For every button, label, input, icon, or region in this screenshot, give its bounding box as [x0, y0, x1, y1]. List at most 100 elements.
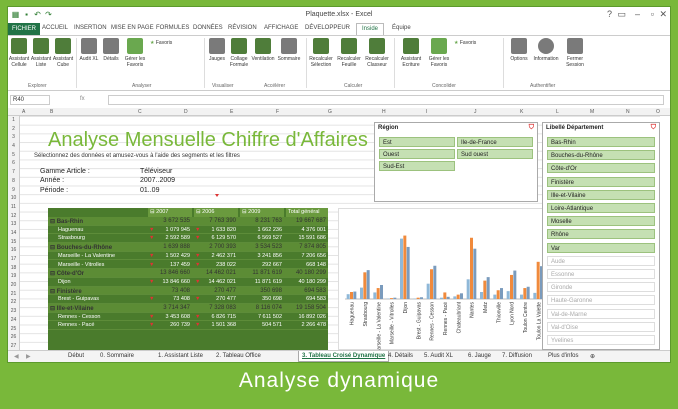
column-header[interactable]: L — [556, 109, 559, 115]
row-header[interactable]: 8 — [8, 177, 19, 186]
column-header[interactable]: H — [382, 109, 386, 115]
slicer-item-region[interactable]: Sud ouest — [457, 149, 533, 159]
slicer-item-departement[interactable]: Essonne — [547, 269, 655, 279]
sheet-tab[interactable]: 3. Tableau Croisé Dynamique — [298, 351, 390, 362]
tab-donnees[interactable]: DONNÉES — [193, 25, 223, 31]
row-header[interactable]: 21 — [8, 290, 19, 299]
slicer-item-departement[interactable]: Haute-Garonne — [547, 295, 655, 306]
pivot-header-2007[interactable]: ⊟ 2007 — [148, 208, 192, 217]
assistant-ecriture-button[interactable]: Assistant Ecriture — [398, 38, 424, 68]
column-header[interactable]: I — [426, 109, 427, 115]
column-header[interactable]: B — [50, 109, 53, 115]
chart-bar[interactable] — [440, 297, 443, 299]
favoris-dropdown[interactable]: ★ Favoris — [150, 40, 176, 46]
row-header[interactable]: 7 — [8, 168, 19, 177]
chart-bar[interactable] — [526, 286, 530, 299]
slicer-item-departement[interactable]: Loire-Atlantique — [547, 203, 655, 213]
column-header[interactable]: D — [184, 109, 188, 115]
slicer-item-departement[interactable]: Var — [547, 242, 655, 253]
column-header[interactable]: A — [22, 109, 25, 115]
slicer-item-departement[interactable]: Gironde — [547, 282, 655, 293]
tab-fichier[interactable]: FICHIER — [8, 23, 40, 35]
chart-bar[interactable] — [400, 238, 403, 299]
row-header[interactable]: 1 — [8, 116, 19, 125]
pivot-row[interactable]: ⊟ Bouches-du-Rhône 1 639 888 2 700 393 3 53… — [48, 243, 328, 252]
chart-bar[interactable] — [480, 292, 483, 299]
sheet-tab[interactable]: 1. Assistant Liste — [158, 353, 203, 359]
row-header[interactable]: 15 — [8, 238, 19, 247]
tab-inside[interactable]: Inside — [356, 23, 385, 35]
slicer-region[interactable]: Région ⛉ Est Ile-de-France Ouest Sud ouest Su… — [374, 122, 538, 202]
options-button[interactable]: Options — [506, 38, 532, 62]
row-header[interactable]: 10 — [8, 194, 19, 203]
column-header[interactable]: G — [328, 109, 332, 115]
row-header[interactable]: 13 — [8, 220, 19, 229]
row-header[interactable]: 18 — [8, 264, 19, 273]
chart-bar[interactable] — [393, 297, 397, 299]
chart-bar[interactable] — [496, 290, 500, 299]
chart-bar[interactable] — [510, 274, 513, 299]
collage-formule-button[interactable]: Collage Formule — [228, 38, 250, 68]
pivot-row[interactable]: Haguenau 1 079 945 ▼ 1 633 820 ▼ 1 662 236 4 3… — [48, 226, 328, 235]
chart-bar[interactable] — [506, 291, 510, 299]
information-button[interactable]: Information — [532, 38, 560, 62]
slicer-item-departement[interactable]: Côte-d'Or — [547, 163, 655, 174]
chart-bar[interactable] — [373, 292, 377, 299]
chart-bar[interactable] — [470, 237, 473, 299]
pivot-row[interactable]: ⊟ Bas-Rhin 3 672 535 7 763 390 8 231 763 19 … — [48, 217, 328, 226]
chart-bar[interactable] — [536, 261, 540, 299]
row-header[interactable]: 2 — [8, 125, 19, 134]
assistant-cube-button[interactable]: Assistant Cube — [52, 38, 74, 68]
audit-xl-button[interactable]: Audit XL — [78, 38, 100, 62]
chart-bar[interactable] — [500, 288, 503, 299]
favoris-2-dropdown[interactable]: ★ Favoris — [454, 40, 480, 46]
formula-input[interactable] — [108, 95, 664, 105]
filter-value-gamme[interactable]: Téléviseur — [140, 168, 172, 175]
slicer-item-departement[interactable]: Val-de-Marne — [547, 308, 655, 319]
slicer-item-departement[interactable]: Bouches-du-Rhône — [547, 150, 655, 161]
slicer-departement[interactable]: Libellé Département ⛉ Bas-Rhin Bouches-du-… — [542, 122, 660, 350]
chart-bar[interactable] — [353, 291, 357, 299]
row-header[interactable]: 16 — [8, 246, 19, 255]
chart-bar[interactable] — [380, 285, 383, 299]
chart-bar[interactable] — [483, 280, 487, 299]
column-header[interactable]: J — [474, 109, 477, 115]
row-header[interactable]: 3 — [8, 133, 19, 142]
chart-bar[interactable] — [486, 277, 490, 299]
slicer-item-departement[interactable]: Val-d'Oise — [547, 321, 655, 332]
chart-bar[interactable] — [533, 292, 537, 299]
chart-bar[interactable] — [473, 248, 477, 299]
chart-bar[interactable] — [416, 297, 420, 299]
sheet-tab[interactable]: 2. Tableau Office — [216, 353, 261, 359]
slicer-item-departement[interactable]: Rhône — [547, 229, 655, 240]
chart-bar[interactable] — [346, 294, 350, 299]
row-header[interactable]: 24 — [8, 316, 19, 325]
assistant-liste-button[interactable]: Assistant Liste — [30, 38, 52, 68]
chart-bar[interactable] — [443, 292, 447, 299]
ventilation-button[interactable]: Ventilation — [250, 38, 276, 62]
row-header[interactable]: 9 — [8, 186, 19, 195]
pivot-row[interactable]: Dijon 13 846 660 ▼ 14 462 021 ▼ 11 871 619 40 … — [48, 278, 328, 287]
row-header[interactable]: 23 — [8, 307, 19, 316]
clear-filter-icon[interactable]: ⛉ — [529, 124, 534, 132]
gerer-favoris-button[interactable]: Gérer les Favoris — [122, 38, 148, 68]
tab-equipe[interactable]: Équipe — [392, 25, 411, 31]
chart-bar[interactable] — [366, 270, 370, 299]
minimize-icon[interactable]: – — [635, 9, 640, 19]
tab-formules[interactable]: FORMULES — [156, 25, 189, 31]
pivot-row[interactable]: ⊟ Côte-d'Or 13 846 660 14 462 021 11 871 61… — [48, 269, 328, 278]
slicer-item-region[interactable]: Est — [379, 137, 455, 147]
column-header[interactable]: E — [230, 109, 233, 115]
column-header[interactable]: F — [276, 109, 279, 115]
pivot-row[interactable]: Rennes - Pacé 260 739 ▼ 1 501 368 ▼ 504 571 2 … — [48, 321, 328, 331]
pivot-chart[interactable]: Haguenau Strasbourg Marseille - La Valenti… — [338, 208, 550, 350]
pivot-row[interactable]: Marseille - La Valentine 1 502 429 ▼ 2 462 … — [48, 252, 328, 261]
chart-bar[interactable] — [390, 298, 393, 299]
row-header[interactable]: 14 — [8, 229, 19, 238]
sheet-tab[interactable]: Plus d'infos — [548, 353, 579, 359]
details-button[interactable]: Détails — [100, 38, 122, 62]
tab-scroll-right-icon[interactable]: ▶ — [26, 353, 31, 360]
chart-bar[interactable] — [430, 269, 433, 299]
recalculer-classeur-button[interactable]: Recalculer Classeur — [364, 38, 390, 68]
sommaire-button[interactable]: Sommaire — [276, 38, 302, 62]
